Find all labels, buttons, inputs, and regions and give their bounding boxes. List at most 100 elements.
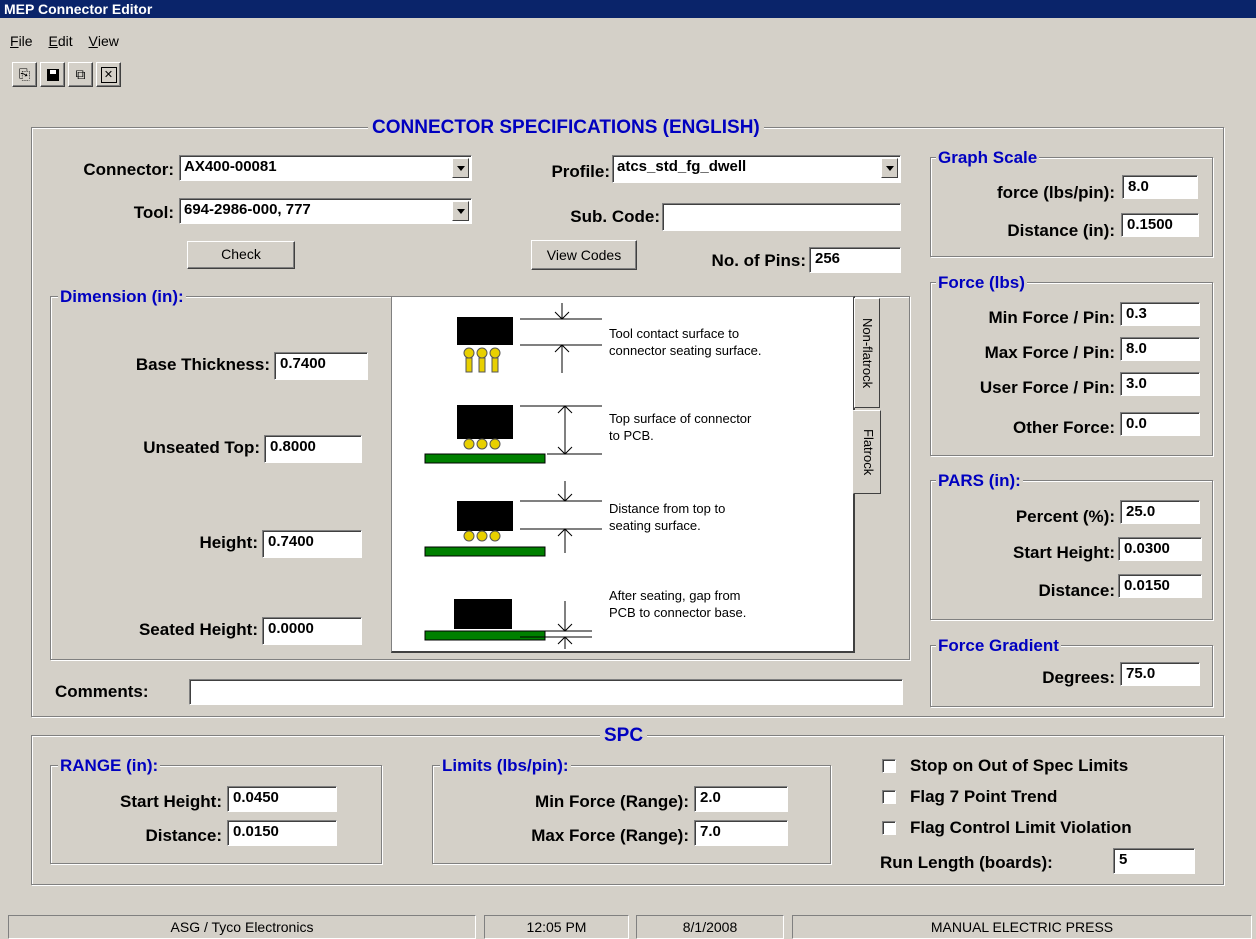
- paste-icon: ⧉: [75, 66, 86, 83]
- graph-force-label: force (lbs/pin):: [996, 183, 1115, 202]
- connector-select[interactable]: AX400-00081: [179, 155, 472, 181]
- range-start-label: Start Height:: [120, 792, 222, 811]
- dimension-diagram: Tool contact surface to connector seating…: [391, 296, 855, 653]
- min-force-range-input[interactable]: 2.0: [694, 786, 788, 812]
- height-input[interactable]: 0.7400: [262, 530, 362, 558]
- min-force-input[interactable]: 0.3: [1120, 302, 1200, 326]
- limits-title: Limits (lbs/pin):: [440, 756, 571, 775]
- other-force-input[interactable]: 0.0: [1120, 412, 1200, 436]
- base-thickness-label: Base Thickness:: [135, 355, 270, 374]
- status-date: 8/1/2008: [636, 915, 784, 939]
- diagram-desc-4: After seating, gap from PCB to connector …: [609, 588, 747, 620]
- user-force-input[interactable]: 3.0: [1120, 372, 1200, 396]
- toolbar: ⎘ ⧉ ✕: [12, 62, 172, 90]
- save-button[interactable]: [40, 62, 65, 87]
- paste-button[interactable]: ⧉: [68, 62, 93, 87]
- diagram-desc-3: Distance from top to seating surface.: [609, 501, 726, 533]
- check-button[interactable]: Check: [187, 241, 295, 269]
- flag-7-point-checkbox[interactable]: [882, 790, 896, 804]
- diagram-row-2: [424, 405, 602, 464]
- view-codes-button[interactable]: View Codes: [531, 240, 637, 270]
- pins-input[interactable]: 256: [809, 247, 901, 273]
- range-title: RANGE (in):: [58, 756, 161, 775]
- diagram-row-3: [424, 481, 602, 557]
- connector-value: AX400-00081: [184, 158, 277, 175]
- specs-title: CONNECTOR SPECIFICATIONS (ENGLISH): [368, 118, 764, 138]
- pars-title: PARS (in):: [936, 471, 1023, 490]
- subcode-label: Sub. Code:: [570, 207, 660, 226]
- profile-select[interactable]: atcs_std_fg_dwell: [612, 155, 901, 183]
- dimension-title: Dimension (in):: [58, 287, 186, 306]
- degrees-input[interactable]: 75.0: [1120, 662, 1200, 686]
- seated-height-input[interactable]: 0.0000: [262, 617, 362, 645]
- profile-dropdown-icon[interactable]: [881, 158, 898, 178]
- height-label: Height:: [199, 533, 258, 552]
- save-icon: [46, 68, 59, 81]
- pars-percent-input[interactable]: 25.0: [1120, 500, 1200, 524]
- stop-out-of-spec-checkbox[interactable]: [882, 759, 896, 773]
- comments-label: Comments:: [55, 682, 149, 701]
- run-length-input[interactable]: 5: [1113, 848, 1195, 874]
- spc-title: SPC: [600, 726, 648, 746]
- tool-label: Tool:: [133, 203, 174, 222]
- menu-edit[interactable]: Edit: [48, 33, 72, 49]
- pars-percent-label: Percent (%):: [1015, 507, 1115, 526]
- max-force-input[interactable]: 8.0: [1120, 337, 1200, 361]
- diagram-row-4: [424, 599, 592, 649]
- max-force-range-input[interactable]: 7.0: [694, 820, 788, 846]
- flag-7-point-label: Flag 7 Point Trend: [910, 787, 1058, 806]
- diagram-row-1: [457, 303, 602, 373]
- status-mode: MANUAL ELECTRIC PRESS: [792, 915, 1252, 939]
- base-thickness-input[interactable]: 0.7400: [274, 352, 368, 380]
- window-title: MEP Connector Editor: [0, 0, 1256, 18]
- tool-dropdown-icon[interactable]: [452, 201, 469, 221]
- close-button[interactable]: ✕: [96, 62, 121, 87]
- graph-force-input[interactable]: 8.0: [1122, 175, 1198, 199]
- menu-file[interactable]: File: [10, 33, 33, 49]
- tab-flatrock[interactable]: Flatrock: [853, 410, 881, 494]
- unseated-top-input[interactable]: 0.8000: [264, 435, 362, 463]
- copy-icon: ⎘: [18, 66, 31, 83]
- range-group: [50, 765, 382, 864]
- pars-start-input[interactable]: 0.0300: [1118, 537, 1202, 561]
- connector-dropdown-icon[interactable]: [452, 158, 469, 178]
- subcode-input[interactable]: [662, 203, 901, 231]
- range-start-input[interactable]: 0.0450: [227, 786, 337, 812]
- max-force-label: Max Force / Pin:: [984, 343, 1115, 362]
- run-length-label: Run Length (boards):: [880, 853, 1053, 872]
- comments-input[interactable]: [189, 679, 903, 705]
- flag-control-limit-checkbox[interactable]: [882, 821, 896, 835]
- limits-group: [432, 765, 831, 864]
- graph-scale-title: Graph Scale: [936, 148, 1040, 167]
- profile-label: Profile:: [551, 162, 610, 181]
- degrees-label: Degrees:: [1042, 668, 1115, 687]
- graph-scale-group: [930, 157, 1213, 257]
- diagram-desc-1: Tool contact surface to connector seating…: [609, 326, 762, 358]
- min-force-range-label: Min Force (Range):: [535, 792, 689, 811]
- menu-bar: File Edit View: [10, 33, 131, 53]
- status-bar: ASG / Tyco Electronics 12:05 PM 8/1/2008…: [0, 912, 1256, 939]
- graph-distance-label: Distance (in):: [1007, 221, 1115, 240]
- pins-label: No. of Pins:: [711, 251, 806, 270]
- pars-distance-input[interactable]: 0.0150: [1118, 574, 1202, 598]
- status-company: ASG / Tyco Electronics: [8, 915, 476, 939]
- close-icon: ✕: [100, 66, 117, 83]
- flag-control-limit-label: Flag Control Limit Violation: [910, 818, 1132, 837]
- range-distance-input[interactable]: 0.0150: [227, 820, 337, 846]
- menu-view[interactable]: View: [89, 33, 119, 49]
- seated-height-label: Seated Height:: [138, 620, 258, 639]
- min-force-label: Min Force / Pin:: [988, 308, 1115, 327]
- range-distance-label: Distance:: [145, 826, 222, 845]
- max-force-range-label: Max Force (Range):: [531, 826, 689, 845]
- unseated-top-label: Unseated Top:: [143, 438, 260, 457]
- stop-out-of-spec-label: Stop on Out of Spec Limits: [910, 756, 1129, 775]
- tool-select[interactable]: 694-2986-000, 777: [179, 198, 472, 224]
- copy-button[interactable]: ⎘: [12, 62, 37, 87]
- pars-distance-label: Distance:: [1038, 581, 1115, 600]
- graph-distance-input[interactable]: 0.1500: [1121, 213, 1199, 237]
- force-title: Force (lbs): [936, 273, 1027, 292]
- profile-value: atcs_std_fg_dwell: [617, 158, 747, 175]
- tool-value: 694-2986-000, 777: [184, 201, 311, 218]
- tab-nonflatrock[interactable]: Non-flatrock: [854, 298, 880, 408]
- connector-label: Connector:: [83, 160, 174, 179]
